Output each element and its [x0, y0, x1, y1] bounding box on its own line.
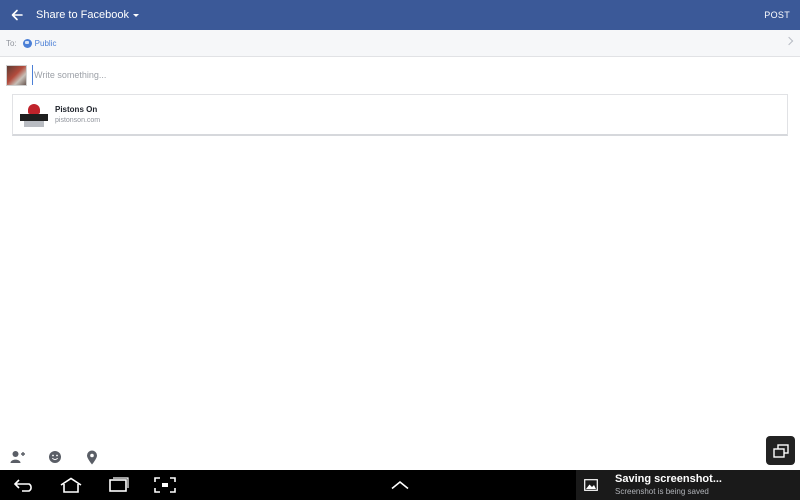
tag-people-icon — [10, 451, 25, 463]
multi-window-icon — [772, 443, 789, 458]
to-label: To: — [6, 38, 17, 48]
nav-screenshot-button[interactable] — [151, 470, 179, 500]
link-domain: pistonson.com — [55, 117, 101, 124]
location-icon — [87, 450, 97, 464]
audience-value: Public — [34, 38, 57, 48]
post-text-input[interactable] — [32, 65, 794, 85]
audience-selector[interactable]: To: Public — [0, 30, 800, 57]
screenshot-notification[interactable]: Saving screenshot... Screenshot is being… — [576, 470, 800, 500]
emoji-button[interactable] — [47, 449, 63, 465]
emoji-icon — [49, 451, 61, 463]
nav-back-button[interactable] — [10, 470, 38, 500]
image-icon — [584, 478, 598, 492]
composer-tools — [10, 449, 121, 465]
globe-icon — [22, 38, 32, 48]
back-icon — [13, 479, 32, 492]
caret-down-icon — [132, 14, 139, 17]
link-preview-card[interactable]: Pistons On pistonson.com — [12, 94, 788, 136]
chevron-up-icon — [391, 480, 409, 490]
post-button[interactable]: POST — [764, 0, 790, 30]
recent-apps-icon — [109, 477, 129, 492]
composer — [6, 64, 794, 86]
nav-home-button[interactable] — [57, 470, 85, 500]
nav-recents-button[interactable] — [104, 470, 132, 500]
screenshot-icon — [154, 477, 176, 493]
tag-people-button[interactable] — [10, 449, 26, 465]
link-thumbnail — [19, 100, 49, 130]
multi-window-button[interactable] — [766, 436, 795, 465]
share-to-facebook-screen: Share to Facebook POST To: Public Piston… — [0, 0, 800, 500]
app-header: Share to Facebook POST — [0, 0, 800, 30]
notification-subtitle: Screenshot is being saved — [615, 487, 709, 496]
notification-title: Saving screenshot... — [615, 473, 722, 485]
avatar — [6, 64, 27, 86]
share-target-dropdown[interactable]: Share to Facebook — [34, 0, 139, 30]
nav-menu-up-button[interactable] — [388, 470, 412, 500]
link-text: Pistons On pistonson.com — [55, 105, 100, 124]
back-button[interactable] — [0, 0, 34, 30]
home-icon — [60, 477, 82, 493]
notification-text: Saving screenshot... Screenshot is being… — [615, 473, 722, 497]
arrow-left-icon — [11, 9, 23, 21]
page-title: Share to Facebook — [36, 9, 129, 21]
location-button[interactable] — [84, 449, 100, 465]
chevron-right-icon — [784, 36, 794, 46]
link-title: Pistons On — [55, 105, 98, 114]
